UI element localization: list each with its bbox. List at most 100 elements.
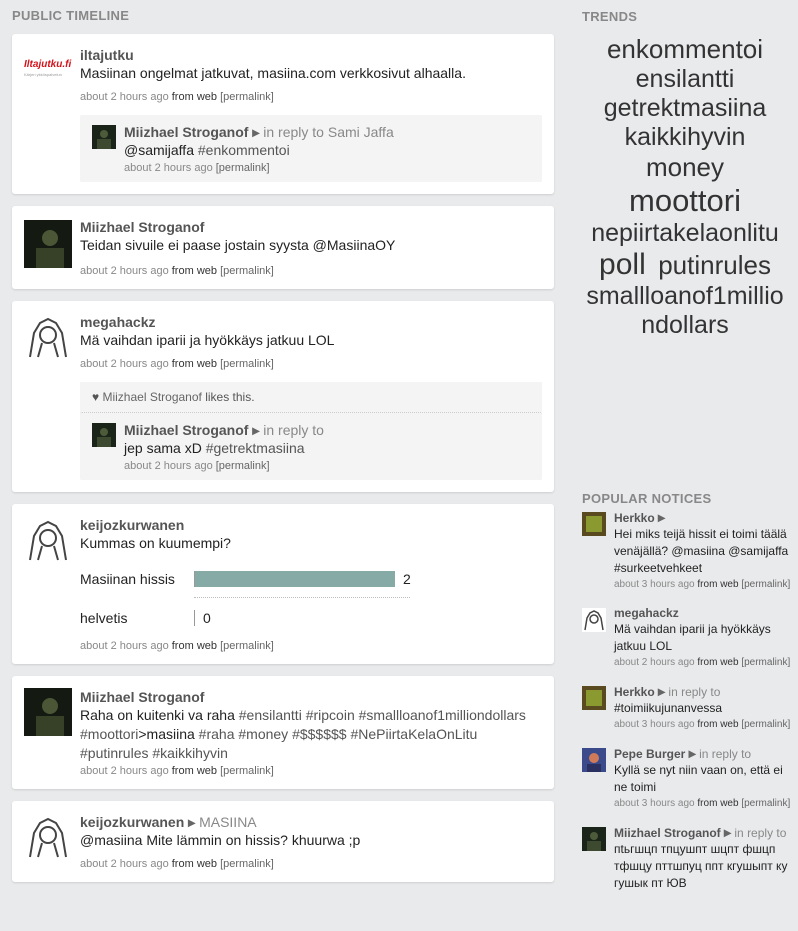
timestamp-link[interactable]: about 2 hours ago <box>80 640 169 652</box>
user-avatar[interactable] <box>92 125 116 149</box>
user-avatar[interactable] <box>92 423 116 447</box>
hashtag-link[interactable]: #enkommentoi <box>198 142 290 158</box>
author-name[interactable]: keijozkurwanen <box>80 516 542 534</box>
heart-icon: ♥ <box>92 390 100 404</box>
user-avatar[interactable] <box>582 748 606 772</box>
mention-link[interactable]: @masiina <box>80 832 142 848</box>
user-avatar[interactable] <box>24 688 72 736</box>
permalink-link[interactable]: [permalink] <box>216 460 270 472</box>
source-link[interactable]: web <box>197 765 217 777</box>
hashtag-link[interactable]: #ripcoin <box>306 707 355 723</box>
permalink-link[interactable]: [permalink] <box>741 719 790 730</box>
hashtag-link[interactable]: #kaikkihyvin <box>152 745 227 761</box>
trend-tag[interactable]: smallloanof1milliondollars <box>586 282 784 340</box>
in-reply-to-link[interactable]: in reply to <box>263 422 324 438</box>
timestamp-link[interactable]: about 2 hours ago <box>80 265 169 277</box>
permalink-link[interactable]: [permalink] <box>216 162 270 174</box>
permalink-link[interactable]: [permalink] <box>741 579 790 590</box>
author-name[interactable]: Miizhael Stroganof <box>614 826 721 840</box>
permalink-link[interactable]: [permalink] <box>220 358 274 370</box>
author-name[interactable]: Miizhael Stroganof <box>80 688 542 706</box>
trend-tag[interactable]: enkommentoi <box>607 34 763 65</box>
author-name[interactable]: Herkko <box>614 685 655 699</box>
hashtag-link[interactable]: #NePiirtaKelaOnLitu <box>350 726 477 742</box>
author-name[interactable]: Pepe Burger <box>614 747 685 761</box>
permalink-link[interactable]: [permalink] <box>741 798 790 809</box>
reply-author-name[interactable]: Miizhael Stroganof <box>124 422 248 438</box>
in-reply-to-link[interactable]: in reply to <box>668 685 720 699</box>
trend-tag[interactable]: nepiirtakelaonlitu <box>591 219 779 248</box>
source-link[interactable]: web <box>720 798 738 809</box>
permalink-link[interactable]: [permalink] <box>220 858 274 870</box>
author-name[interactable]: Miizhael Stroganof <box>80 218 542 236</box>
timestamp-link[interactable]: about 2 hours ago <box>80 358 169 370</box>
source-link[interactable]: web <box>197 265 217 277</box>
timestamp-link[interactable]: about 2 hours ago <box>80 91 169 103</box>
source-link[interactable]: web <box>197 358 217 370</box>
poll-option: Masiinan hissis 2 <box>80 571 542 587</box>
in-reply-to-link[interactable]: in reply to <box>734 826 786 840</box>
in-reply-to-link[interactable]: in reply to <box>699 747 751 761</box>
notice-content: пtьгшцп тпцушпт шцпт фшцп тфшцу пттшпуц … <box>614 842 788 890</box>
hashtag-link[interactable]: #ensilantti <box>239 707 302 723</box>
permalink-link[interactable]: [permalink] <box>741 657 790 668</box>
hashtag-link[interactable]: #moottori <box>80 726 138 742</box>
timestamp-link[interactable]: about 2 hours ago <box>614 657 695 668</box>
permalink-link[interactable]: [permalink] <box>220 640 274 652</box>
trend-tag[interactable]: moottori <box>629 183 741 219</box>
poll-option-label: helvetis <box>80 610 128 626</box>
trend-tag[interactable]: ensilantti <box>636 65 735 94</box>
user-avatar[interactable] <box>24 220 72 268</box>
from-label: from <box>697 719 718 730</box>
poll-bar-track <box>194 610 195 626</box>
iltajutku-logo-avatar[interactable]: Iltajutku.fi Kärjen ykköspalvelun <box>24 52 72 82</box>
poll-divider <box>194 597 410 598</box>
permalink-link[interactable]: [permalink] <box>220 765 274 777</box>
user-avatar[interactable] <box>24 313 72 361</box>
user-avatar[interactable] <box>582 608 606 632</box>
timestamp-link[interactable]: about 3 hours ago <box>614 719 695 730</box>
trend-tag[interactable]: getrektmasiina <box>604 94 767 123</box>
hashtag-link[interactable]: #getrektmasiina <box>206 440 305 456</box>
user-avatar[interactable] <box>582 827 606 851</box>
reply-author-name[interactable]: Miizhael Stroganof <box>124 124 248 140</box>
author-name[interactable]: megahackz <box>80 313 542 331</box>
author-name[interactable]: megahackz <box>614 606 679 620</box>
trend-tag[interactable]: money <box>646 152 724 183</box>
user-avatar[interactable] <box>24 813 72 861</box>
hashtag-link[interactable]: #smallloanof1milliondollars <box>359 707 526 723</box>
hashtag-link[interactable]: #$$$$$$ <box>292 726 347 742</box>
trend-tag[interactable]: putinrules <box>658 250 771 281</box>
trend-tag[interactable]: kaikkihyvin <box>625 123 746 152</box>
mention-link[interactable]: @samijaffa <box>124 142 194 158</box>
timestamp-link[interactable]: about 2 hours ago <box>80 858 169 870</box>
from-label: from <box>697 657 718 668</box>
permalink-link[interactable]: [permalink] <box>220 265 274 277</box>
text-segment: >masiina <box>138 726 199 742</box>
in-reply-to-link[interactable]: in reply to Sami Jaffa <box>263 124 393 140</box>
timestamp-link[interactable]: about 2 hours ago <box>124 460 213 472</box>
author-name[interactable]: iltajutku <box>80 46 542 64</box>
hashtag-link[interactable]: #putinrules <box>80 745 149 761</box>
liker-name[interactable]: Miizhael Stroganof <box>102 390 201 404</box>
author-name[interactable]: Herkko <box>614 511 655 525</box>
source-link[interactable]: web <box>197 640 217 652</box>
group-link[interactable]: MASIINA <box>199 814 257 830</box>
timestamp-link[interactable]: about 2 hours ago <box>80 765 169 777</box>
author-name[interactable]: keijozkurwanen <box>80 814 184 830</box>
hashtag-link[interactable]: #money <box>238 726 288 742</box>
timestamp-link[interactable]: about 3 hours ago <box>614 798 695 809</box>
source-link[interactable]: web <box>197 858 217 870</box>
source-link[interactable]: web <box>720 579 738 590</box>
user-avatar[interactable] <box>582 512 606 536</box>
hashtag-link[interactable]: #raha <box>199 726 235 742</box>
timestamp-link[interactable]: about 3 hours ago <box>614 579 695 590</box>
permalink-link[interactable]: [permalink] <box>220 91 274 103</box>
trend-tag[interactable]: poll <box>599 248 646 282</box>
source-link[interactable]: web <box>720 657 738 668</box>
source-link[interactable]: web <box>720 719 738 730</box>
user-avatar[interactable] <box>582 686 606 710</box>
source-link[interactable]: web <box>197 91 217 103</box>
timestamp-link[interactable]: about 2 hours ago <box>124 162 213 174</box>
user-avatar[interactable] <box>24 516 72 564</box>
